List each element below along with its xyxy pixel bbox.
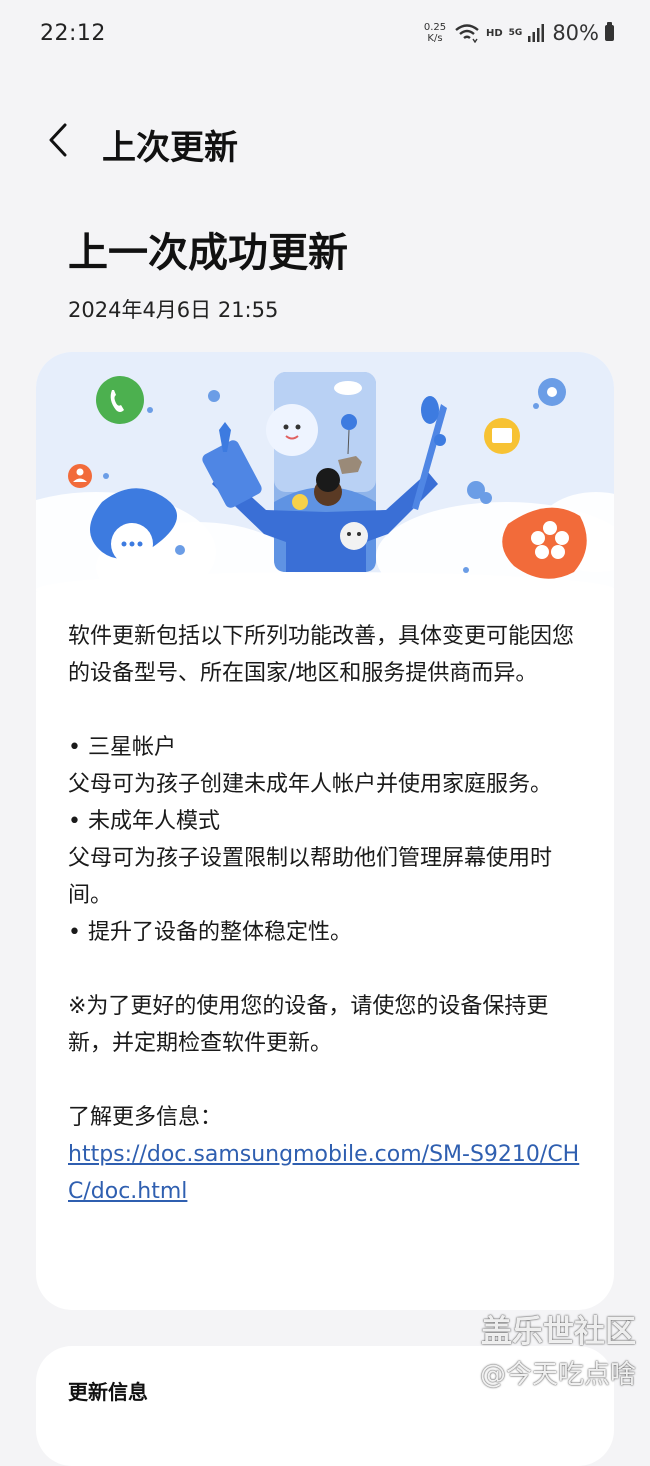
more-info-link[interactable]: https://doc.samsungmobile.com/SM-S9210/C…: [68, 1136, 588, 1210]
illustration-art: [36, 372, 614, 612]
network-speed: 0.25 K/s: [423, 22, 447, 44]
last-update-heading: 上一次成功更新: [68, 230, 348, 276]
network-type: 5G: [508, 28, 523, 38]
status-icons: 0.25 K/s HD 5G 80%: [422, 21, 614, 45]
hd-indicator: HD: [485, 27, 503, 39]
watermark-community: 盖乐世社区: [481, 1314, 636, 1350]
battery-level: 80%: [552, 21, 599, 45]
status-time: 22:12: [40, 20, 106, 46]
signal-icon: [528, 24, 545, 42]
intro-text: 软件更新包括以下所列功能改善，具体变更可能因您的设备型号、所在国家/地区和服务提…: [68, 624, 575, 686]
contact-app-icon: [68, 464, 92, 488]
last-update-date: 2024年4月6日 21:55: [68, 298, 279, 322]
status-bar: 22:12 0.25 K/s HD 5G 80%: [0, 0, 650, 66]
update-details-card: 软件更新包括以下所列功能改善，具体变更可能因您的设备型号、所在国家/地区和服务提…: [36, 352, 614, 1310]
battery-icon: [605, 22, 614, 41]
update-info-title: 更新信息: [68, 1380, 148, 1404]
feature-title: • 三星帐户: [68, 735, 176, 760]
feature-title: • 未成年人模式: [68, 809, 220, 834]
wifi-icon: [455, 24, 479, 43]
back-button[interactable]: [38, 118, 78, 162]
phone-app-icon: [96, 376, 144, 424]
feature-description: 父母可为孩子设置限制以帮助他们管理屏幕使用时间。: [68, 846, 553, 908]
page-title: 上次更新: [102, 128, 238, 168]
watermark-author: @今天吃点啥: [479, 1360, 636, 1390]
feature-title: • 提升了设备的整体稳定性。: [68, 920, 352, 945]
update-note: ※为了更好的使用您的设备，请使您的设备保持更新，并定期检查软件更新。: [68, 994, 549, 1056]
update-illustration: [36, 352, 614, 612]
more-info-label: 了解更多信息：: [68, 1105, 223, 1130]
update-description: 软件更新包括以下所列功能改善，具体变更可能因您的设备型号、所在国家/地区和服务提…: [68, 618, 588, 1210]
app-header: 上次更新: [0, 100, 650, 180]
feature-description: 父母可为孩子创建未成年人帐户并使用家庭服务。: [68, 772, 553, 797]
back-arrow-icon: [49, 123, 67, 157]
